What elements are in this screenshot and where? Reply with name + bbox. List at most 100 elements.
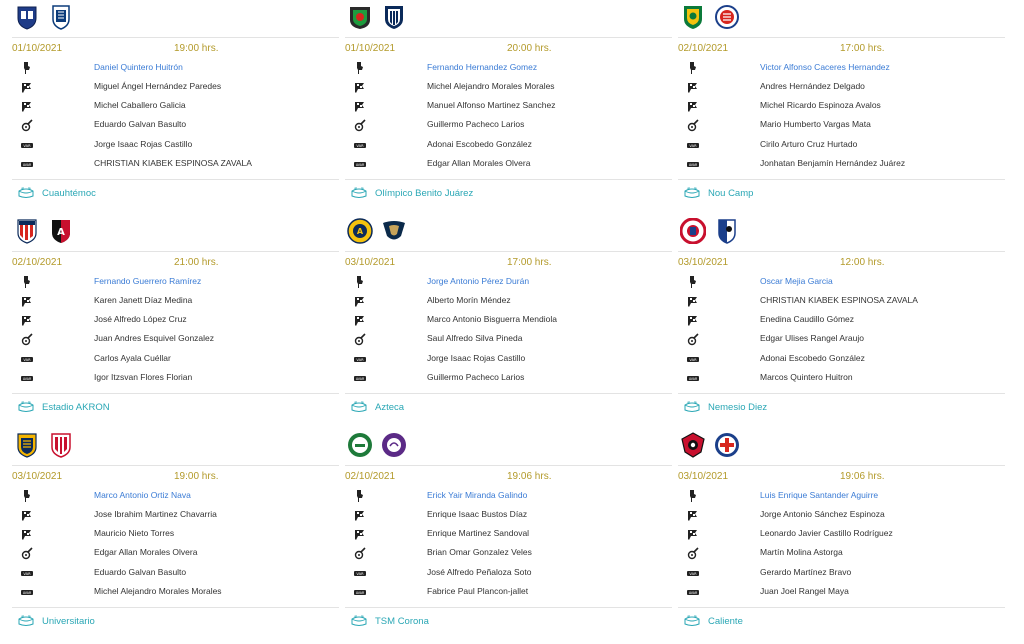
svg-text:AVAR: AVAR <box>356 377 365 381</box>
svg-text:AVAR: AVAR <box>23 591 32 595</box>
stadium-link[interactable]: Estadio AKRON <box>18 400 110 414</box>
official-row: Guillermo Pacheco Larios <box>353 116 668 133</box>
referee-name-link[interactable]: Luis Enrique Santander Aguirre <box>760 489 878 501</box>
official-name: Martín Molina Astorga <box>760 547 843 557</box>
official-name: Juan Andres Esquivel Gonzalez <box>94 333 215 343</box>
match-card: A 02/10/2021 21:00 hrs. Fernando Guerrero R… <box>12 216 339 430</box>
avar-icon: AVAR <box>20 157 34 171</box>
stadium-link[interactable]: Olímpico Benito Juárez <box>351 186 473 200</box>
puebla-crest-icon[interactable] <box>14 4 40 30</box>
fourth-official-whistle-icon <box>353 118 367 132</box>
match-card: 02/10/2021 19:06 hrs. Erick Yair Miranda G… <box>345 430 672 644</box>
team-logos: A <box>347 218 407 246</box>
match-card: A 03/10/2021 17:00 hrs. Jorge Antonio Pérez… <box>345 216 672 430</box>
mazatlan-crest-icon[interactable] <box>381 432 407 458</box>
assistant-flag-icon <box>20 313 34 327</box>
stadium-link[interactable]: Nemesio Diez <box>684 400 767 414</box>
stadium-link[interactable]: Caliente <box>684 614 743 628</box>
atlas-crest-icon[interactable]: A <box>48 218 74 244</box>
tigres-crest-icon[interactable] <box>14 432 40 458</box>
stadium-link[interactable]: Nou Camp <box>684 186 753 200</box>
official-name: Carlos Ayala Cuéllar <box>94 353 171 363</box>
svg-text:VAR: VAR <box>356 572 364 576</box>
official-name: Guillermo Pacheco Larios <box>427 372 525 382</box>
divider <box>345 179 672 180</box>
official-row: José Alfredo López Cruz <box>20 311 335 328</box>
official-row: Fernando Hernandez Gomez <box>353 59 668 76</box>
cruz-azul-crest-icon[interactable] <box>714 432 740 458</box>
team-logos <box>347 432 407 460</box>
stadium-icon <box>18 615 34 627</box>
stadium-icon <box>684 615 700 627</box>
stadium-icon <box>684 187 700 199</box>
stadium-link[interactable]: TSM Corona <box>351 614 429 628</box>
stadium-link[interactable]: Azteca <box>351 400 404 414</box>
chivas-crest-icon[interactable] <box>14 218 40 244</box>
queretaro-crest-icon[interactable] <box>714 218 740 244</box>
assistant-flag-icon <box>686 294 700 308</box>
stadium-link[interactable]: Cuauhtémoc <box>18 186 96 200</box>
official-row: Manuel Alfonso Martinez Sanchez <box>353 97 668 114</box>
fourth-official-whistle-icon <box>353 332 367 346</box>
official-name: José Alfredo Peñaloza Soto <box>427 567 532 577</box>
official-row: Alberto Morín Méndez <box>353 292 668 309</box>
assistant-flag-icon <box>353 508 367 522</box>
official-name: Jorge Isaac Rojas Castillo <box>94 139 193 149</box>
official-name: Enrique Martinez Sandoval <box>427 528 530 538</box>
divider <box>12 37 339 38</box>
official-name: Michel Alejandro Morales Morales <box>427 81 555 91</box>
official-row: VAR Adonai Escobedo González <box>353 136 668 153</box>
atletico-san-luis-crest-icon[interactable] <box>714 4 740 30</box>
divider <box>12 393 339 394</box>
team-logos <box>14 432 74 460</box>
referee-name-link[interactable]: Fernando Hernandez Gomez <box>427 61 537 73</box>
stadium-icon <box>351 187 367 199</box>
stadium-name: Cuauhtémoc <box>42 187 96 199</box>
official-name: CHRISTIAN KIABEK ESPINOSA ZAVALA <box>94 158 252 168</box>
monterrey-crest-icon[interactable] <box>381 4 407 30</box>
referee-name-link[interactable]: Jorge Antonio Pérez Durán <box>427 275 529 287</box>
juarez-crest-icon[interactable] <box>347 4 373 30</box>
svg-text:AVAR: AVAR <box>689 377 698 381</box>
referee-name-link[interactable]: Daniel Quintero Huitrón <box>94 61 183 73</box>
referee-name-link[interactable]: Erick Yair Miranda Galindo <box>427 489 527 501</box>
svg-text:AVAR: AVAR <box>689 163 698 167</box>
pachuca-crest-icon[interactable] <box>48 4 74 30</box>
america-crest-icon[interactable]: A <box>347 218 373 244</box>
referee-whistle-hand-icon <box>686 275 700 289</box>
var-icon: VAR <box>353 138 367 152</box>
divider <box>12 251 339 252</box>
var-icon: VAR <box>20 566 34 580</box>
official-row: AVAR Guillermo Pacheco Larios <box>353 369 668 386</box>
referee-name-link[interactable]: Oscar Mejia Garcia <box>760 275 833 287</box>
toluca-crest-icon[interactable] <box>679 217 707 245</box>
official-name: Michel Ricardo Espinoza Avalos <box>760 100 881 110</box>
var-icon: VAR <box>686 138 700 152</box>
avar-icon: AVAR <box>353 585 367 599</box>
fourth-official-whistle-icon <box>686 332 700 346</box>
referee-name-link[interactable]: Fernando Guerrero Ramírez <box>94 275 201 287</box>
necaxa-crest-icon[interactable] <box>48 432 74 458</box>
var-icon: VAR <box>353 352 367 366</box>
official-row: Luis Enrique Santander Aguirre <box>686 487 1001 504</box>
leon-crest-icon[interactable] <box>680 4 706 30</box>
official-row: Jorge Antonio Pérez Durán <box>353 273 668 290</box>
official-row: Michel Caballero Galicia <box>20 97 335 114</box>
official-row: Enrique Martinez Sandoval <box>353 525 668 542</box>
match-card: 03/10/2021 12:00 hrs. Oscar Mejia Garcia CH… <box>678 216 1005 430</box>
official-row: Saul Alfredo Silva Pineda <box>353 330 668 347</box>
var-icon: VAR <box>20 138 34 152</box>
official-row: VAR Carlos Ayala Cuéllar <box>20 350 335 367</box>
referee-name-link[interactable]: Victor Alfonso Caceres Hernandez <box>760 61 890 73</box>
pumas-crest-icon[interactable] <box>381 218 407 244</box>
fourth-official-whistle-icon <box>686 546 700 560</box>
official-row: Mauricio Nieto Torres <box>20 525 335 542</box>
official-row: Mario Humberto Vargas Mata <box>686 116 1001 133</box>
stadium-link[interactable]: Universitario <box>18 614 95 628</box>
tijuana-crest-icon[interactable] <box>680 432 706 458</box>
official-name: Jonhatan Benjamín Hernández Juárez <box>760 158 906 168</box>
official-name: Adonai Escobedo González <box>427 139 532 149</box>
santos-crest-icon[interactable] <box>347 432 373 458</box>
divider <box>12 607 339 608</box>
referee-name-link[interactable]: Marco Antonio Ortiz Nava <box>94 489 191 501</box>
